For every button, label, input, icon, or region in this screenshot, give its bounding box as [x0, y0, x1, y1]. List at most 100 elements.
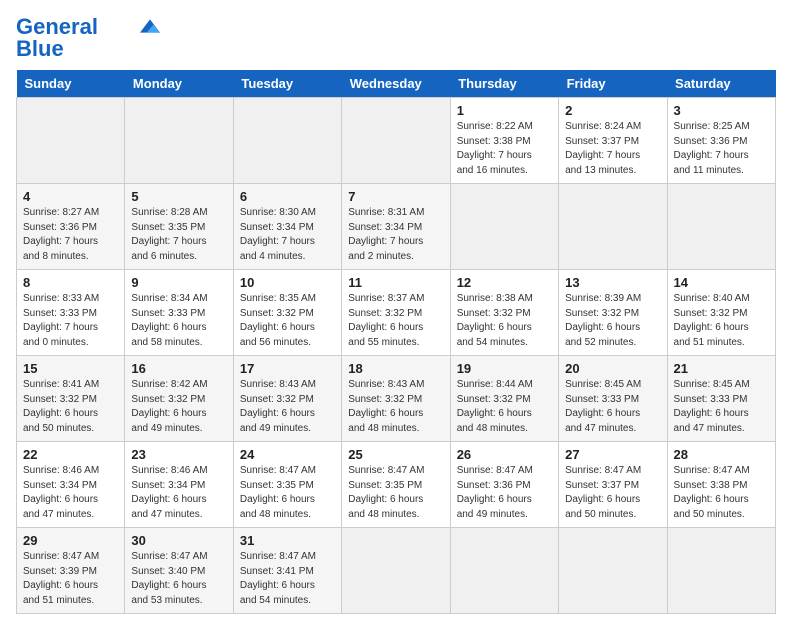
calendar-cell: 29 Sunrise: 8:47 AM Sunset: 3:39 PM Dayli…	[17, 528, 125, 614]
weekday-header-saturday: Saturday	[667, 70, 775, 98]
week-row-2: 4Sunrise: 8:27 AM Sunset: 3:36 PM Daylig…	[17, 184, 776, 270]
day-info: Sunrise: 8:47 AM Sunset: 3:35 PM Dayligh…	[348, 464, 443, 522]
calendar-cell: 14 Sunrise: 8:40 AM Sunset: 3:32 PM Dayli…	[667, 270, 775, 356]
day-number: 6	[240, 189, 335, 204]
calendar-cell	[342, 528, 450, 614]
calendar-cell	[450, 184, 558, 270]
day-info: Sunrise: 8:35 AM Sunset: 3:32 PM Dayligh…	[240, 292, 335, 350]
day-info: Sunrise: 8:44 AM Sunset: 3:32 PM Dayligh…	[457, 378, 552, 436]
weekday-header-wednesday: Wednesday	[342, 70, 450, 98]
day-info: Sunrise: 8:47 AM Sunset: 3:35 PM Dayligh…	[240, 464, 335, 522]
day-info: Sunrise: 8:33 AM Sunset: 3:33 PM Dayligh…	[23, 292, 118, 350]
calendar-cell: 28 Sunrise: 8:47 AM Sunset: 3:38 PM Dayli…	[667, 442, 775, 528]
calendar-cell: 31 Sunrise: 8:47 AM Sunset: 3:41 PM Dayli…	[233, 528, 341, 614]
calendar-cell	[342, 98, 450, 184]
day-number: 20	[565, 361, 660, 376]
weekday-header-friday: Friday	[559, 70, 667, 98]
day-number: 16	[131, 361, 226, 376]
week-row-1: 1 Sunrise: 8:22 AM Sunset: 3:38 PM Daylig…	[17, 98, 776, 184]
day-info: Sunrise: 8:22 AM Sunset: 3:38 PM Dayligh…	[457, 120, 552, 178]
day-number: 11	[348, 275, 443, 290]
day-number: 31	[240, 533, 335, 548]
day-info: Sunrise: 8:34 AM Sunset: 3:33 PM Dayligh…	[131, 292, 226, 350]
calendar-cell: 15Sunrise: 8:41 AM Sunset: 3:32 PM Dayli…	[17, 356, 125, 442]
day-number: 21	[674, 361, 769, 376]
calendar-cell: 12Sunrise: 8:38 AM Sunset: 3:32 PM Dayli…	[450, 270, 558, 356]
logo-icon	[140, 18, 160, 34]
day-number: 29	[23, 533, 118, 548]
weekday-header-sunday: Sunday	[17, 70, 125, 98]
calendar-cell	[667, 528, 775, 614]
week-row-5: 22 Sunrise: 8:46 AM Sunset: 3:34 PM Dayli…	[17, 442, 776, 528]
day-info: Sunrise: 8:47 AM Sunset: 3:41 PM Dayligh…	[240, 550, 335, 608]
day-number: 10	[240, 275, 335, 290]
day-info: Sunrise: 8:43 AM Sunset: 3:32 PM Dayligh…	[348, 378, 443, 436]
day-number: 30	[131, 533, 226, 548]
week-row-6: 29 Sunrise: 8:47 AM Sunset: 3:39 PM Dayli…	[17, 528, 776, 614]
day-number: 8	[23, 275, 118, 290]
day-info: Sunrise: 8:40 AM Sunset: 3:32 PM Dayligh…	[674, 292, 769, 350]
day-number: 17	[240, 361, 335, 376]
day-number: 9	[131, 275, 226, 290]
day-number: 13	[565, 275, 660, 290]
calendar-cell: 4Sunrise: 8:27 AM Sunset: 3:36 PM Daylig…	[17, 184, 125, 270]
day-number: 19	[457, 361, 552, 376]
day-info: Sunrise: 8:30 AM Sunset: 3:34 PM Dayligh…	[240, 206, 335, 264]
calendar-cell: 1 Sunrise: 8:22 AM Sunset: 3:38 PM Daylig…	[450, 98, 558, 184]
day-number: 2	[565, 103, 660, 118]
calendar-cell: 30 Sunrise: 8:47 AM Sunset: 3:40 PM Dayli…	[125, 528, 233, 614]
calendar-cell: 25 Sunrise: 8:47 AM Sunset: 3:35 PM Dayli…	[342, 442, 450, 528]
day-number: 26	[457, 447, 552, 462]
day-info: Sunrise: 8:47 AM Sunset: 3:40 PM Dayligh…	[131, 550, 226, 608]
calendar-cell: 11 Sunrise: 8:37 AM Sunset: 3:32 PM Dayli…	[342, 270, 450, 356]
weekday-header-row: SundayMondayTuesdayWednesdayThursdayFrid…	[17, 70, 776, 98]
logo-blue-text: Blue	[16, 38, 64, 60]
header: General Blue	[16, 16, 776, 60]
calendar-cell: 19 Sunrise: 8:44 AM Sunset: 3:32 PM Dayli…	[450, 356, 558, 442]
day-number: 18	[348, 361, 443, 376]
day-number: 22	[23, 447, 118, 462]
week-row-4: 15Sunrise: 8:41 AM Sunset: 3:32 PM Dayli…	[17, 356, 776, 442]
weekday-header-monday: Monday	[125, 70, 233, 98]
calendar-cell	[125, 98, 233, 184]
day-number: 1	[457, 103, 552, 118]
calendar-cell: 26Sunrise: 8:47 AM Sunset: 3:36 PM Dayli…	[450, 442, 558, 528]
day-info: Sunrise: 8:46 AM Sunset: 3:34 PM Dayligh…	[23, 464, 118, 522]
day-info: Sunrise: 8:39 AM Sunset: 3:32 PM Dayligh…	[565, 292, 660, 350]
logo: General Blue	[16, 16, 160, 60]
calendar-cell	[559, 184, 667, 270]
day-number: 23	[131, 447, 226, 462]
calendar-cell	[233, 98, 341, 184]
calendar-cell	[450, 528, 558, 614]
calendar-cell: 17Sunrise: 8:43 AM Sunset: 3:32 PM Dayli…	[233, 356, 341, 442]
weekday-header-thursday: Thursday	[450, 70, 558, 98]
day-info: Sunrise: 8:37 AM Sunset: 3:32 PM Dayligh…	[348, 292, 443, 350]
day-number: 28	[674, 447, 769, 462]
day-number: 24	[240, 447, 335, 462]
calendar-table: SundayMondayTuesdayWednesdayThursdayFrid…	[16, 70, 776, 614]
day-info: Sunrise: 8:41 AM Sunset: 3:32 PM Dayligh…	[23, 378, 118, 436]
calendar-cell: 22 Sunrise: 8:46 AM Sunset: 3:34 PM Dayli…	[17, 442, 125, 528]
calendar-cell	[559, 528, 667, 614]
calendar-cell: 8 Sunrise: 8:33 AM Sunset: 3:33 PM Daylig…	[17, 270, 125, 356]
calendar-cell: 23Sunrise: 8:46 AM Sunset: 3:34 PM Dayli…	[125, 442, 233, 528]
calendar-cell: 18 Sunrise: 8:43 AM Sunset: 3:32 PM Dayli…	[342, 356, 450, 442]
day-info: Sunrise: 8:47 AM Sunset: 3:39 PM Dayligh…	[23, 550, 118, 608]
calendar-cell	[17, 98, 125, 184]
day-info: Sunrise: 8:45 AM Sunset: 3:33 PM Dayligh…	[565, 378, 660, 436]
day-info: Sunrise: 8:38 AM Sunset: 3:32 PM Dayligh…	[457, 292, 552, 350]
calendar-cell	[667, 184, 775, 270]
day-info: Sunrise: 8:42 AM Sunset: 3:32 PM Dayligh…	[131, 378, 226, 436]
day-number: 3	[674, 103, 769, 118]
day-number: 25	[348, 447, 443, 462]
day-info: Sunrise: 8:47 AM Sunset: 3:37 PM Dayligh…	[565, 464, 660, 522]
weekday-header-tuesday: Tuesday	[233, 70, 341, 98]
day-info: Sunrise: 8:27 AM Sunset: 3:36 PM Dayligh…	[23, 206, 118, 264]
logo-text: General	[16, 16, 98, 38]
calendar-cell: 2Sunrise: 8:24 AM Sunset: 3:37 PM Daylig…	[559, 98, 667, 184]
calendar-cell: 13 Sunrise: 8:39 AM Sunset: 3:32 PM Dayli…	[559, 270, 667, 356]
week-row-3: 8 Sunrise: 8:33 AM Sunset: 3:33 PM Daylig…	[17, 270, 776, 356]
day-number: 14	[674, 275, 769, 290]
calendar-cell: 10 Sunrise: 8:35 AM Sunset: 3:32 PM Dayli…	[233, 270, 341, 356]
day-info: Sunrise: 8:47 AM Sunset: 3:38 PM Dayligh…	[674, 464, 769, 522]
